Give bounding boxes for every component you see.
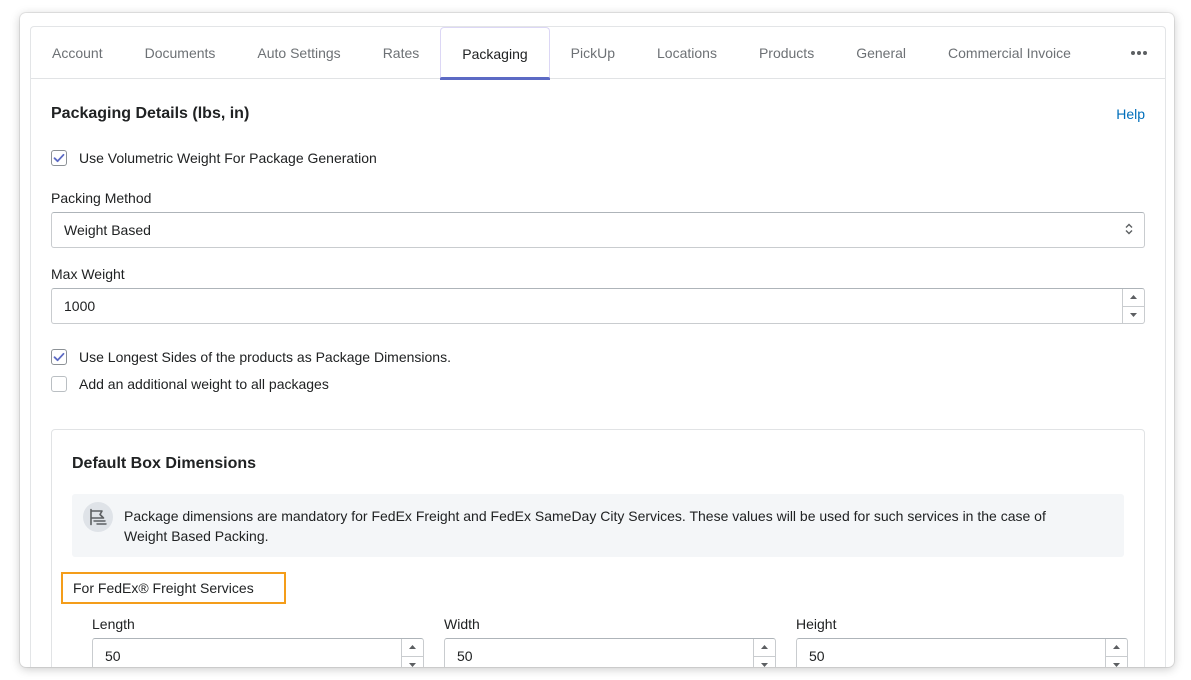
- tab-account[interactable]: Account: [31, 27, 124, 79]
- longest-sides-checkbox[interactable]: [51, 349, 67, 365]
- section-title: Packaging Details (lbs, in): [51, 105, 250, 122]
- tab-locations[interactable]: Locations: [636, 27, 738, 79]
- additional-weight-checkbox[interactable]: [51, 376, 67, 392]
- tab-packaging[interactable]: Packaging: [440, 27, 551, 80]
- longest-sides-option: Use Longest Sides of the products as Pac…: [51, 349, 451, 365]
- caret-up-icon: [761, 645, 768, 650]
- packaging-content: Packaging Details (lbs, in) Help Use Vol…: [51, 79, 1145, 667]
- height-label: Height: [796, 616, 837, 632]
- caret-up-icon: [1113, 645, 1120, 650]
- volumetric-weight-label: Use Volumetric Weight For Package Genera…: [79, 150, 377, 166]
- caret-down-icon: [1130, 312, 1137, 317]
- width-value: 50: [457, 648, 473, 664]
- checkmark-icon: [53, 153, 65, 163]
- tab-general[interactable]: General: [835, 27, 927, 79]
- more-horizontal-icon[interactable]: [1113, 27, 1165, 78]
- checkmark-icon: [53, 352, 65, 362]
- increment-button[interactable]: [754, 639, 775, 656]
- additional-weight-option: Add an additional weight to all packages: [51, 376, 329, 392]
- longest-sides-label: Use Longest Sides of the products as Pac…: [79, 349, 451, 365]
- tab-pickup[interactable]: PickUp: [550, 27, 636, 79]
- tab-documents[interactable]: Documents: [124, 27, 237, 79]
- length-value: 50: [105, 648, 121, 664]
- caret-up-icon: [1130, 295, 1137, 300]
- length-label: Length: [92, 616, 135, 632]
- settings-panel: Account Documents Auto Settings Rates Pa…: [30, 26, 1166, 667]
- increment-button[interactable]: [1123, 289, 1144, 306]
- caret-down-icon: [409, 662, 416, 667]
- select-arrows-icon: [1125, 222, 1133, 238]
- length-stepper: [401, 639, 423, 667]
- banner-message: Package dimensions are mandatory for Fed…: [124, 508, 1046, 544]
- info-banner: Package dimensions are mandatory for Fed…: [72, 494, 1124, 557]
- packing-method-label: Packing Method: [51, 190, 152, 206]
- flag-icon: [83, 502, 113, 532]
- decrement-button[interactable]: [754, 655, 775, 668]
- caret-up-icon: [409, 645, 416, 650]
- height-stepper: [1105, 639, 1127, 667]
- increment-button[interactable]: [1106, 639, 1127, 656]
- max-weight-stepper: [1122, 289, 1144, 323]
- decrement-button[interactable]: [402, 655, 423, 668]
- caret-down-icon: [761, 662, 768, 667]
- tab-products[interactable]: Products: [738, 27, 835, 79]
- volumetric-weight-option: Use Volumetric Weight For Package Genera…: [51, 150, 377, 166]
- card-title: Default Box Dimensions: [72, 455, 257, 472]
- tab-auto-settings[interactable]: Auto Settings: [236, 27, 361, 79]
- freight-services-label: For FedEx® Freight Services: [61, 572, 286, 604]
- max-weight-input[interactable]: 1000: [51, 288, 1145, 324]
- width-label: Width: [444, 616, 480, 632]
- max-weight-label: Max Weight: [51, 266, 125, 282]
- width-stepper: [753, 639, 775, 667]
- tab-rates[interactable]: Rates: [362, 27, 441, 79]
- decrement-button[interactable]: [1123, 305, 1144, 324]
- caret-down-icon: [1113, 662, 1120, 667]
- app-window: Account Documents Auto Settings Rates Pa…: [20, 13, 1174, 667]
- decrement-button[interactable]: [1106, 655, 1127, 668]
- width-input[interactable]: 50: [444, 638, 776, 667]
- increment-button[interactable]: [402, 639, 423, 656]
- help-link[interactable]: Help: [1116, 106, 1145, 122]
- height-value: 50: [809, 648, 825, 664]
- default-box-dimensions-card: Default Box Dimensions Package dimension…: [51, 429, 1145, 667]
- additional-weight-label: Add an additional weight to all packages: [79, 376, 329, 392]
- packing-method-value: Weight Based: [64, 222, 151, 238]
- tab-commercial-invoice[interactable]: Commercial Invoice: [927, 27, 1092, 79]
- length-input[interactable]: 50: [92, 638, 424, 667]
- packing-method-select[interactable]: Weight Based: [51, 212, 1145, 248]
- volumetric-weight-checkbox[interactable]: [51, 150, 67, 166]
- max-weight-value: 1000: [64, 298, 96, 314]
- tab-bar: Account Documents Auto Settings Rates Pa…: [31, 27, 1165, 80]
- height-input[interactable]: 50: [796, 638, 1128, 667]
